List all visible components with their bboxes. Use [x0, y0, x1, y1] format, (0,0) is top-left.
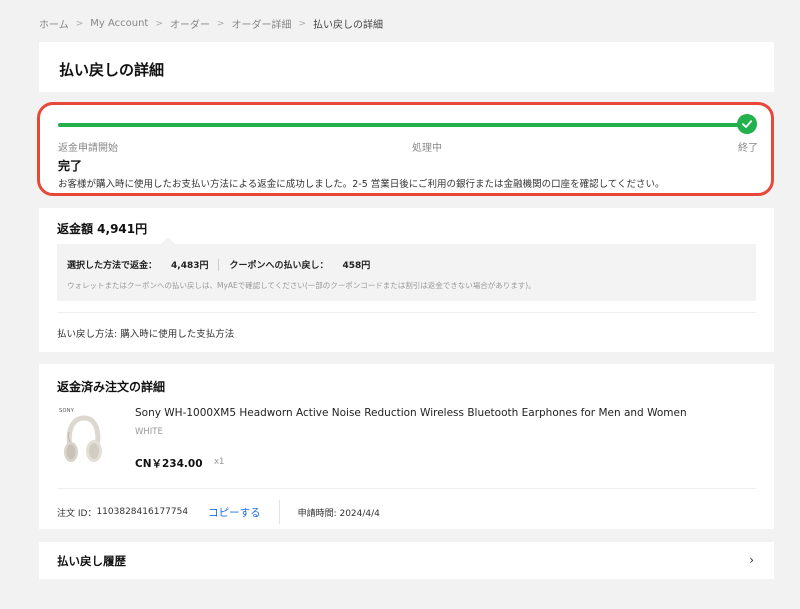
refund-note: ウォレットまたはクーポンへの払い戻しは、MyAEで確認してください(一部のクーポ…: [67, 281, 536, 290]
refund-progress-card: 返金申請開始 処理中 終了 完了 お客様が購入時に使用したお支払い方法による返金…: [37, 102, 774, 196]
product-quantity: x1: [214, 457, 225, 467]
order-id-label: 注文 ID：: [57, 508, 97, 519]
product-name[interactable]: Sony WH-1000XM5 Headworn Active Noise Re…: [135, 407, 687, 419]
breakdown-divider: [218, 258, 220, 271]
product-price: CN￥234.00: [135, 458, 203, 470]
progress-track: [58, 123, 748, 127]
coupon-refund-label: クーポンへの払い戻し：: [229, 261, 329, 271]
method-refund-label: 選択した方法で返金：: [67, 261, 158, 271]
breadcrumb-home[interactable]: ホーム: [39, 16, 69, 31]
product-variant: WHITE: [135, 427, 163, 437]
meta-divider: [278, 500, 280, 524]
order-id-value: 1103828416177754: [96, 507, 189, 517]
chevron-right-icon: ›: [749, 553, 754, 567]
breadcrumb-separator: >: [216, 18, 225, 29]
product-brand-logo: SONY: [59, 408, 75, 414]
breadcrumb-separator: >: [298, 18, 306, 29]
divider: [57, 488, 756, 489]
refund-history-row[interactable]: 払い戻し履歴 ›: [39, 542, 774, 579]
breadcrumb-my-account[interactable]: My Account: [90, 18, 148, 29]
copy-order-id-button[interactable]: コピーする: [208, 505, 261, 520]
step-started: 返金申請開始: [58, 143, 118, 154]
refunded-order-card: 返金済み注文の詳細 SONY Sony WH-1000XM5 Headworn …: [39, 364, 774, 529]
divider: [57, 312, 756, 313]
breadcrumb-separator: >: [75, 18, 84, 29]
order-meta-row: 注文 ID： 1103828416177754 コピーする 申請時間: 2024…: [57, 500, 380, 524]
step-finished: 終了: [738, 143, 758, 154]
status-title: 完了: [58, 159, 83, 173]
method-refund-value: 4,483円: [171, 261, 209, 271]
status-description: お客様が購入時に使用したお支払い方法による返金に成功しました。2-5 営業日後に…: [58, 179, 665, 190]
breadcrumb-separator: >: [155, 18, 163, 29]
check-icon-glyph: [742, 120, 753, 128]
refund-breakdown-box: 選択した方法で返金： 4,483円 クーポンへの払い戻し： 458円 ウォレット…: [57, 237, 756, 301]
page-title: 払い戻しの詳細: [59, 61, 165, 79]
refund-amount-card: 返金額 4,941円 選択した方法で返金： 4,483円 クーポンへの払い戻し：…: [39, 208, 774, 352]
title-card: 払い戻しの詳細: [39, 42, 774, 92]
order-details-title: 返金済み注文の詳細: [57, 380, 166, 394]
check-icon: [737, 114, 757, 134]
refund-history-title: 払い戻し履歴: [57, 554, 126, 568]
request-time: 申請時間: 2024/4/4: [297, 508, 380, 519]
product-image[interactable]: SONY: [57, 404, 107, 470]
breadcrumb: ホーム > My Account > オーダー > オーダー詳細 > 払い戻しの…: [39, 16, 383, 31]
refund-method: 払い戻し方法: 購入時に使用した支払方法: [57, 329, 235, 340]
breadcrumb-current: 払い戻しの詳細: [313, 20, 383, 31]
coupon-refund-value: 458円: [342, 261, 371, 271]
step-processing: 処理中: [412, 143, 442, 154]
refund-breakdown: 選択した方法で返金： 4,483円 クーポンへの払い戻し： 458円: [67, 258, 370, 271]
breadcrumb-orders[interactable]: オーダー: [170, 16, 210, 31]
refund-amount-title: 返金額 4,941円: [57, 222, 148, 236]
breadcrumb-order-detail[interactable]: オーダー詳細: [231, 16, 291, 31]
